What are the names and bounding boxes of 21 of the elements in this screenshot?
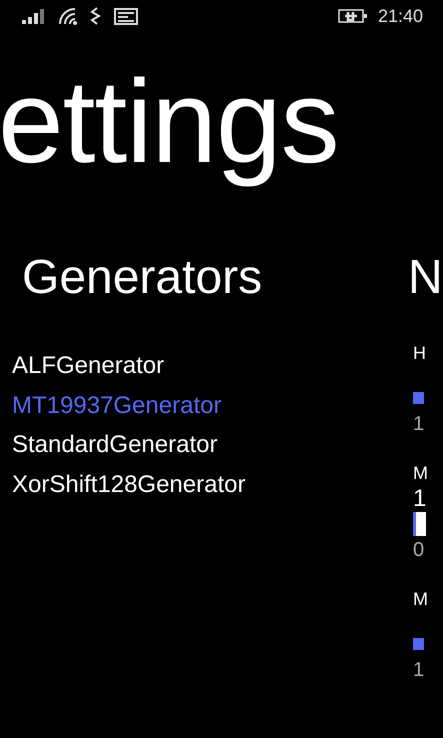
slider-thumb[interactable] — [413, 638, 424, 650]
clock-time: 21:40 — [378, 6, 423, 26]
generator-item[interactable]: StandardGenerator — [12, 429, 218, 468]
generator-item[interactable]: XorShift128Generator — [12, 468, 246, 508]
setting-label: M — [413, 462, 428, 484]
slider-value: 1 — [413, 658, 424, 682]
slider-thumb[interactable] — [413, 512, 426, 536]
battery-charging-icon — [338, 8, 368, 24]
generator-item[interactable]: ALFGenerator — [12, 350, 164, 390]
panorama-title: ettings — [0, 55, 339, 190]
setting-label: H — [413, 342, 426, 364]
drag-value-label: 1 — [413, 488, 426, 510]
slider-thumb[interactable] — [413, 392, 424, 404]
slider-value: 1 — [413, 412, 424, 436]
slider-value: 0 — [413, 538, 424, 562]
setting-label: M — [413, 588, 428, 610]
section-header: N — [408, 254, 443, 302]
section-header: Generators — [22, 254, 264, 302]
wifi-icon — [58, 7, 78, 25]
message-icon — [114, 8, 138, 24]
generator-item[interactable]: MT19937Generator — [12, 390, 222, 429]
